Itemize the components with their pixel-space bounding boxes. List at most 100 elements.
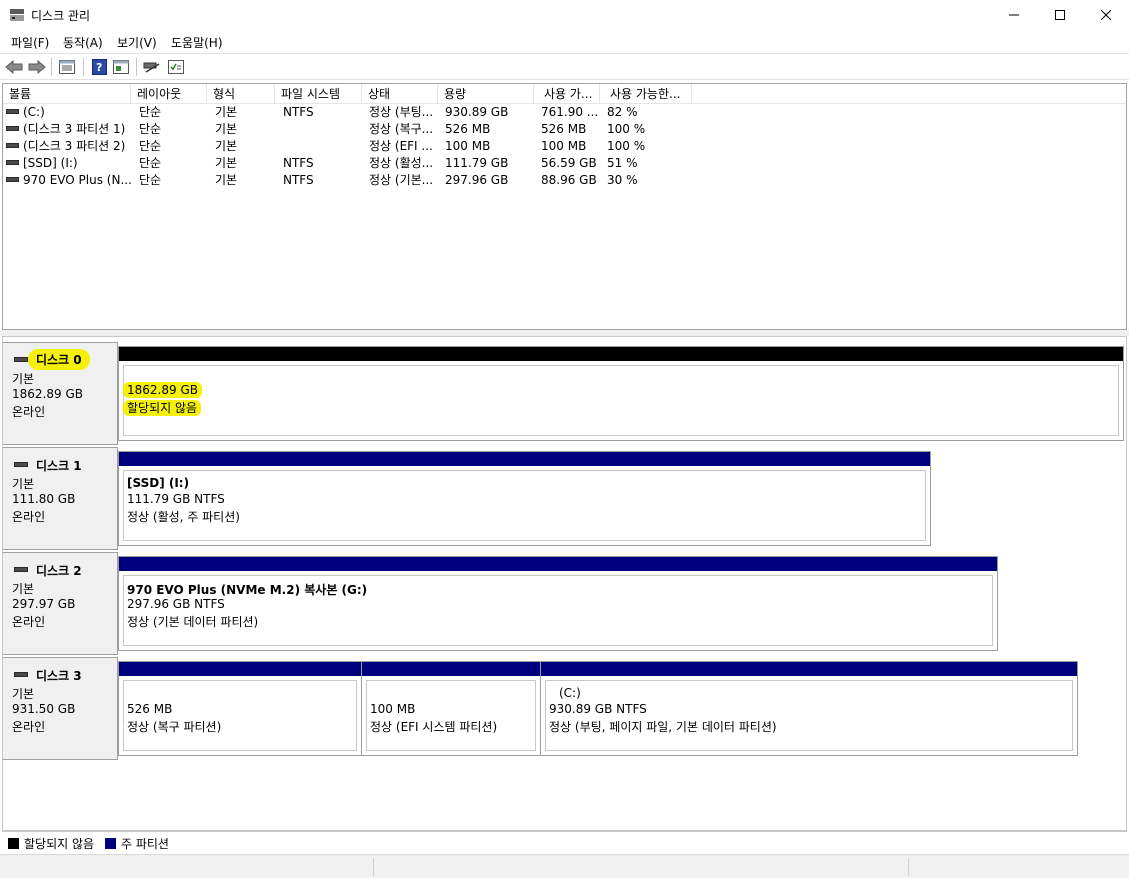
disk-icon bbox=[14, 672, 28, 677]
svg-text:?: ? bbox=[96, 61, 102, 74]
table-row[interactable]: (디스크 3 파티션 1) 단순 기본 정상 (복구... 526 MB 526… bbox=[3, 121, 1126, 138]
maximize-button[interactable] bbox=[1037, 0, 1083, 30]
partition-ssd-i[interactable]: [SSD] (I:) 111.79 GB NTFS 정상 (활성, 주 파티션) bbox=[118, 451, 931, 546]
primary-partition-bar bbox=[541, 662, 1077, 676]
disk-2-label[interactable]: 디스크 2 기본 297.97 GB 온라인 bbox=[3, 552, 118, 655]
disk-type: 기본 bbox=[12, 372, 35, 386]
partition-status: 정상 (EFI 시스템 파티션) bbox=[370, 720, 498, 734]
table-row[interactable]: (C:) 단순 기본 NTFS 정상 (부팅... 930.89 GB 761.… bbox=[3, 104, 1126, 121]
table-row[interactable]: 970 EVO Plus (N... 단순 기본 NTFS 정상 (기본... … bbox=[3, 172, 1126, 189]
partition-unallocated[interactable]: 1862.89 GB 할당되지 않음 bbox=[118, 346, 1124, 441]
connect-button[interactable] bbox=[143, 58, 161, 76]
legend-primary-label: 주 파티션 bbox=[121, 837, 169, 851]
disk-size: 297.97 GB bbox=[12, 597, 76, 611]
column-header-status[interactable]: 상태 bbox=[362, 84, 438, 104]
status-cell: 정상 (활성... bbox=[369, 156, 434, 170]
menu-help[interactable]: 도움말(H) bbox=[171, 34, 223, 51]
percent-free-cell: 82 % bbox=[607, 105, 638, 119]
disk-name: 디스크 1 bbox=[36, 459, 82, 473]
volume-cell: [SSD] (I:) bbox=[6, 155, 131, 172]
disk-name: 디스크 3 bbox=[36, 669, 82, 683]
disk-name: 디스크 0 bbox=[28, 349, 90, 370]
layout-cell: 단순 bbox=[139, 122, 162, 136]
partition-title: 970 EVO Plus (NVMe M.2) 복사본 (G:) bbox=[127, 583, 368, 597]
percent-free-cell: 100 % bbox=[607, 122, 646, 136]
menu-file[interactable]: 파일(F) bbox=[11, 34, 49, 51]
minimize-button[interactable] bbox=[991, 0, 1037, 30]
capacity-cell: 297.96 GB bbox=[445, 173, 509, 187]
properties-icon bbox=[168, 60, 184, 74]
partition-size: 100 MB bbox=[370, 702, 416, 716]
layout-cell: 단순 bbox=[139, 105, 162, 119]
column-header-type[interactable]: 형식 bbox=[207, 84, 275, 104]
forward-button[interactable] bbox=[28, 58, 46, 76]
partition-970-evo-g[interactable]: 970 EVO Plus (NVMe M.2) 복사본 (G:) 297.96 … bbox=[118, 556, 998, 651]
back-arrow-icon bbox=[5, 60, 23, 74]
disk-1-label[interactable]: 디스크 1 기본 111.80 GB 온라인 bbox=[3, 447, 118, 550]
volume-list: 볼륨 레이아웃 형식 파일 시스템 상태 용량 사용 가... 사용 가능한..… bbox=[2, 83, 1127, 330]
disk-status: 온라인 bbox=[12, 405, 46, 419]
status-bar bbox=[0, 854, 1129, 878]
free-space-cell: 526 MB bbox=[541, 122, 587, 136]
partition-status: 정상 (부팅, 페이지 파일, 기본 데이터 파티션) bbox=[549, 720, 777, 734]
layout-cell: 단순 bbox=[139, 173, 162, 187]
legend-primary-swatch bbox=[105, 838, 116, 849]
forward-arrow-icon bbox=[28, 60, 46, 74]
disk-type: 기본 bbox=[12, 582, 35, 596]
disk-list-button[interactable] bbox=[58, 58, 76, 76]
properties-button[interactable] bbox=[167, 58, 185, 76]
table-row[interactable]: [SSD] (I:) 단순 기본 NTFS 정상 (활성... 111.79 G… bbox=[3, 155, 1126, 172]
free-space-cell: 56.59 GB bbox=[541, 156, 597, 170]
type-cell: 기본 bbox=[215, 156, 238, 170]
partition-disk3-efi[interactable]: 100 MB 정상 (EFI 시스템 파티션) bbox=[361, 661, 541, 756]
back-button[interactable] bbox=[5, 58, 23, 76]
menu-action[interactable]: 동작(A) bbox=[63, 34, 103, 51]
percent-free-cell: 51 % bbox=[607, 156, 638, 170]
menu-bar: 파일(F) 동작(A) 보기(V) 도움말(H) bbox=[0, 30, 1129, 52]
type-cell: 기본 bbox=[215, 105, 238, 119]
column-header-free-space[interactable]: 사용 가... bbox=[534, 84, 600, 104]
disk-3-label[interactable]: 디스크 3 기본 931.50 GB 온라인 bbox=[3, 657, 118, 760]
partition-size: 526 MB bbox=[127, 702, 173, 716]
filesystem-cell: NTFS bbox=[283, 173, 314, 187]
connect-icon bbox=[143, 62, 160, 73]
volume-cell: (디스크 3 파티션 1) bbox=[6, 121, 131, 138]
column-header-layout[interactable]: 레이아웃 bbox=[131, 84, 207, 104]
help-button[interactable]: ? bbox=[90, 58, 108, 76]
column-header-capacity[interactable]: 용량 bbox=[438, 84, 534, 104]
disk-name: 디스크 2 bbox=[36, 564, 82, 578]
volume-list-header: 볼륨 레이아웃 형식 파일 시스템 상태 용량 사용 가... 사용 가능한..… bbox=[3, 84, 1126, 104]
layout-cell: 단순 bbox=[139, 139, 162, 153]
free-space-cell: 88.96 GB bbox=[541, 173, 597, 187]
disk-status: 온라인 bbox=[12, 510, 46, 524]
menu-view[interactable]: 보기(V) bbox=[117, 34, 157, 51]
help-icon: ? bbox=[91, 59, 107, 75]
pane-button[interactable] bbox=[112, 58, 130, 76]
column-header-volume[interactable]: 볼륨 bbox=[3, 84, 131, 104]
close-button[interactable] bbox=[1083, 0, 1129, 30]
partition-title: (C:) bbox=[559, 686, 581, 700]
unallocated-bar bbox=[119, 347, 1123, 361]
pane-icon bbox=[113, 60, 129, 74]
partition-disk3-c[interactable]: (C:) 930.89 GB NTFS 정상 (부팅, 페이지 파일, 기본 데… bbox=[540, 661, 1078, 756]
disk-type: 기본 bbox=[12, 687, 35, 701]
partition-size: 1862.89 GB bbox=[123, 382, 202, 398]
legend: 할당되지 않음 주 파티션 bbox=[2, 831, 1127, 854]
primary-partition-bar bbox=[119, 452, 930, 466]
partition-status: 정상 (활성, 주 파티션) bbox=[127, 510, 240, 524]
window-title: 디스크 관리 bbox=[31, 9, 91, 23]
partition-status: 정상 (복구 파티션) bbox=[127, 720, 222, 734]
disk-size: 931.50 GB bbox=[12, 702, 76, 716]
disk-0-label[interactable]: 디스크 0 기본 1862.89 GB 온라인 bbox=[3, 342, 118, 445]
column-header-filesystem[interactable]: 파일 시스템 bbox=[275, 84, 362, 104]
table-row[interactable]: (디스크 3 파티션 2) 단순 기본 정상 (EFI ... 100 MB 1… bbox=[3, 138, 1126, 155]
partition-disk3-recovery[interactable]: 526 MB 정상 (복구 파티션) bbox=[118, 661, 362, 756]
layout-cell: 단순 bbox=[139, 156, 162, 170]
type-cell: 기본 bbox=[215, 139, 238, 153]
partition-title: [SSD] (I:) bbox=[127, 476, 190, 490]
capacity-cell: 526 MB bbox=[445, 122, 491, 136]
disk-management-app-icon bbox=[9, 8, 25, 22]
capacity-cell: 111.79 GB bbox=[445, 156, 509, 170]
volume-icon bbox=[6, 143, 19, 148]
column-header-percent-free[interactable]: 사용 가능한... bbox=[600, 84, 692, 104]
